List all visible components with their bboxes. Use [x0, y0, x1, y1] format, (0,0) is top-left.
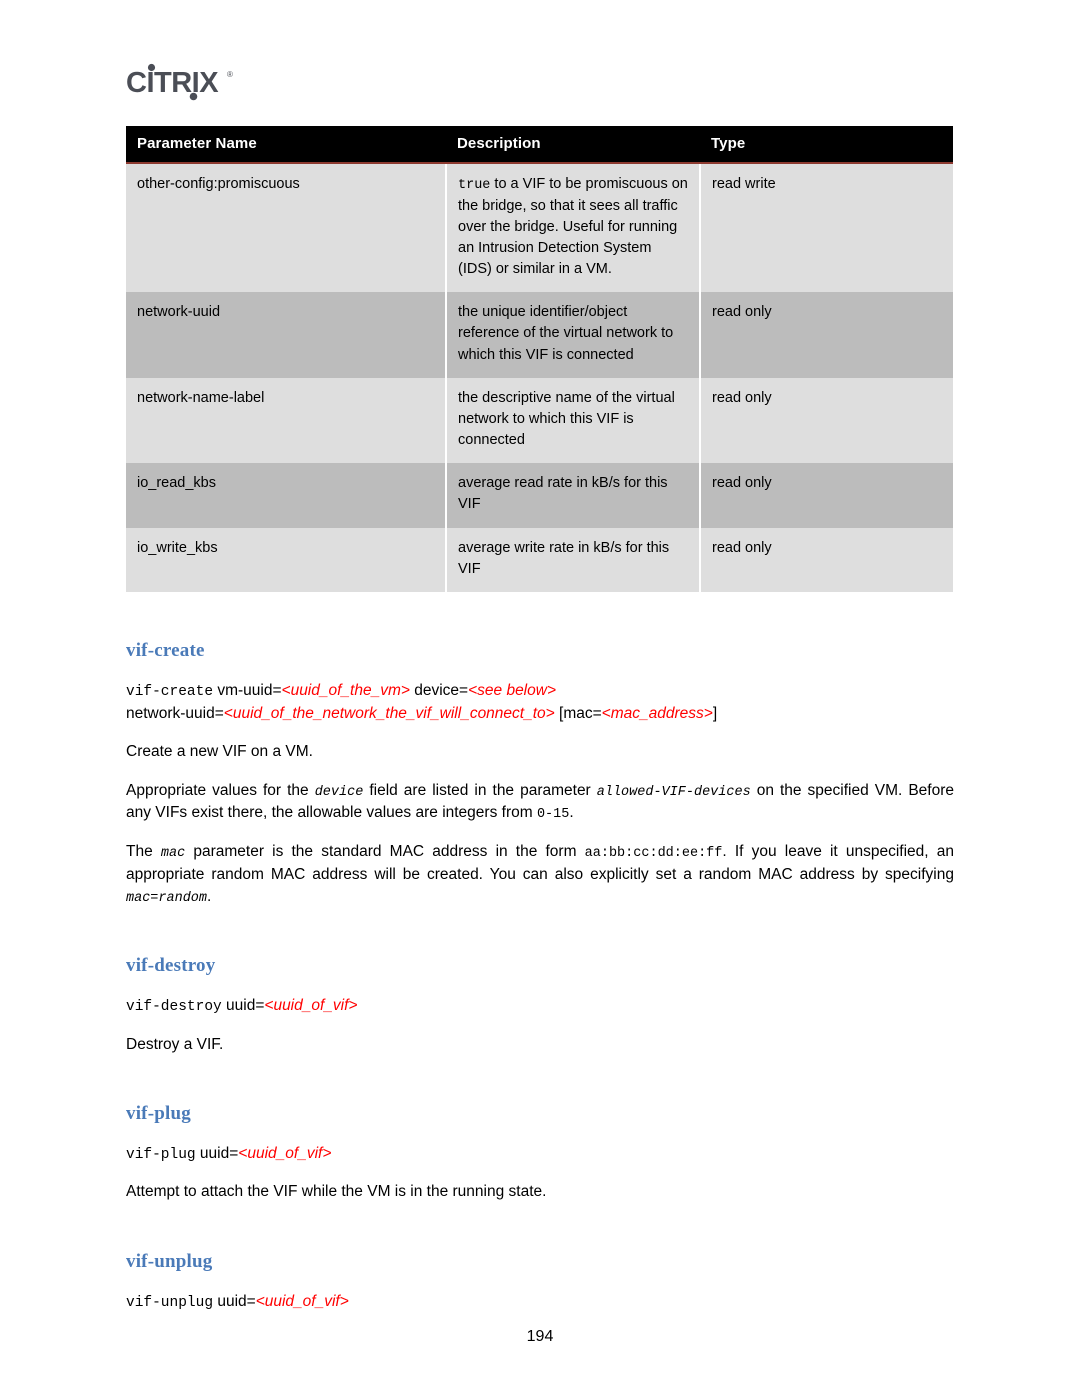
command-placeholder: <uuid_of_vif> — [264, 997, 358, 1015]
cell-parameter-name: network-uuid — [126, 292, 447, 378]
command-arg: [mac= — [554, 704, 602, 722]
text-fragment: Appropriate values for the — [126, 781, 315, 799]
cell-type: read only — [700, 463, 953, 528]
text-fragment: . — [207, 887, 212, 905]
command-arg: uuid= — [213, 1292, 256, 1310]
cell-description: the unique identifier/object reference o… — [446, 292, 701, 378]
table-row: network-name-label the descriptive name … — [126, 377, 953, 464]
command-arg: network-uuid= — [126, 704, 224, 722]
column-header-parameter-name: Parameter Name — [126, 126, 446, 164]
command-arg: ] — [712, 704, 718, 722]
cell-description: true to a VIF to be promiscuous on the b… — [446, 163, 701, 293]
table-row: io_read_kbs average read rate in kB/s fo… — [126, 463, 953, 528]
text-fragment: field are listed in the parameter — [363, 781, 597, 799]
text-fragment: parameter is the standard MAC address in… — [185, 843, 585, 861]
command-arg: uuid= — [221, 997, 265, 1015]
cell-parameter-name: io_write_kbs — [126, 527, 447, 592]
inline-code: 0-15 — [536, 807, 570, 823]
citrix-logo: CITRIX ® — [126, 62, 244, 102]
section-heading-vif-plug: vif-plug — [126, 1102, 191, 1124]
command-name: vif-plug — [126, 1146, 196, 1163]
cell-type: read only — [700, 377, 953, 464]
cell-description: average write rate in kB/s for this VIF — [446, 527, 701, 592]
command-name: vif-create — [126, 684, 214, 700]
cell-type: read only — [700, 292, 953, 378]
column-header-type: Type — [700, 126, 953, 164]
command-placeholder: <see below> — [468, 682, 556, 699]
cell-description: average read rate in kB/s for this VIF — [446, 463, 701, 528]
command-placeholder: <uuid_of_the_vm> — [281, 682, 410, 699]
column-header-description: Description — [446, 126, 700, 164]
cell-type: read only — [700, 527, 953, 592]
table-row: io_write_kbs average write rate in kB/s … — [126, 527, 953, 592]
section-heading-vif-unplug: vif-unplug — [126, 1250, 213, 1272]
document-body: vif-create vif-create vm-uuid=<uuid_of_t… — [126, 640, 954, 1329]
command-placeholder: <uuid_of_vif> — [238, 1144, 332, 1162]
table-header-row: Parameter Name Description Type — [126, 126, 953, 164]
cell-parameter-name: other-config:promiscuous — [126, 163, 447, 293]
page-number: 194 — [526, 1328, 554, 1345]
command-name: vif-unplug — [126, 1294, 214, 1311]
section-heading-vif-destroy: vif-destroy — [126, 955, 216, 977]
paragraph-mac-parameter: The mac parameter is the standard MAC ad… — [126, 841, 954, 908]
table-row: network-uuid the unique identifier/objec… — [126, 292, 953, 378]
cell-parameter-name: io_read_kbs — [126, 463, 447, 528]
cell-parameter-name: network-name-label — [126, 377, 447, 464]
command-placeholder: <uuid_of_the_network_the_vif_will_connec… — [223, 704, 555, 722]
cell-type: read write — [700, 163, 953, 293]
inline-code: aa:bb:cc:dd:ee:ff — [584, 846, 723, 862]
command-placeholder: <uuid_of_vif> — [255, 1292, 349, 1310]
inline-code: mac — [160, 846, 186, 862]
command-syntax-vif-plug: vif-plug uuid=<uuid_of_vif> — [126, 1143, 954, 1166]
text-fragment: . — [569, 804, 574, 822]
paragraph-plug-intro: Attempt to attach the VIF while the VM i… — [126, 1183, 547, 1201]
command-placeholder: <mac_address> — [601, 704, 713, 722]
registered-mark: ® — [227, 70, 233, 79]
table-row: other-config:promiscuous true to a VIF t… — [126, 163, 953, 293]
paragraph-destroy-intro: Destroy a VIF. — [126, 1035, 224, 1053]
command-name: vif-destroy — [126, 999, 222, 1016]
command-syntax-vif-destroy: vif-destroy uuid=<uuid_of_vif> — [126, 995, 954, 1018]
section-heading-vif-create: vif-create — [126, 640, 205, 661]
cell-description: the descriptive name of the virtual netw… — [446, 377, 701, 464]
cell-description-code: true — [458, 178, 491, 193]
document-page: CITRIX ® Parameter Name Description Type… — [0, 0, 1080, 1397]
command-arg: uuid= — [195, 1144, 239, 1162]
inline-code: allowed-VIF-devices — [596, 784, 751, 800]
svg-text:CITRIX: CITRIX — [126, 67, 219, 99]
command-syntax-vif-create: vif-create vm-uuid=<uuid_of_the_vm> devi… — [126, 680, 954, 725]
text-fragment: The — [126, 843, 161, 861]
table-body: other-config:promiscuous true to a VIF t… — [126, 163, 953, 592]
inline-code: mac=random — [126, 890, 208, 906]
citrix-logo-icon: CITRIX ® — [126, 63, 233, 101]
cell-description-text: to a VIF to be promiscuous on the bridge… — [458, 176, 688, 278]
inline-code: device — [314, 784, 364, 800]
paragraph-create-intro: Create a new VIF on a VM. — [126, 742, 313, 760]
command-arg: device= — [409, 682, 469, 699]
parameter-table: Parameter Name Description Type other-co… — [126, 126, 953, 592]
paragraph-device-values: Appropriate values for the device field … — [126, 780, 954, 825]
command-arg: vm-uuid= — [213, 682, 282, 699]
command-syntax-vif-unplug: vif-unplug uuid=<uuid_of_vif> — [126, 1291, 954, 1314]
